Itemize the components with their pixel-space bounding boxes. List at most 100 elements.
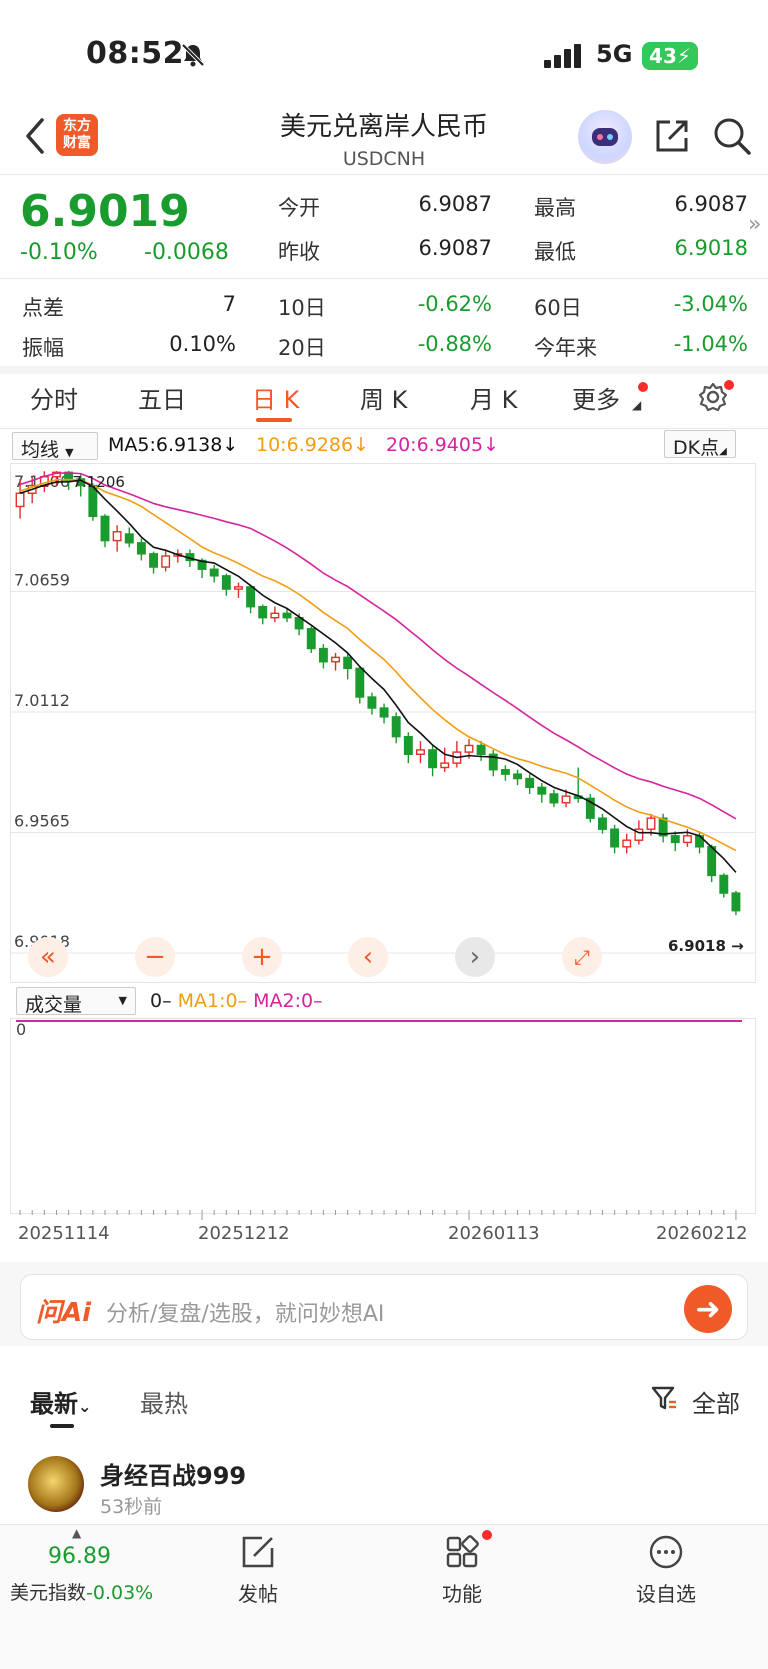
- add-watchlist-label[interactable]: 设自选: [606, 1578, 726, 1607]
- header-divider: [0, 174, 768, 175]
- zoom-out-icon[interactable]: −: [135, 937, 175, 977]
- candle-up: [682, 835, 692, 844]
- ma20-label: 20:6.9405↓: [386, 434, 499, 456]
- tab-divider: [0, 428, 768, 429]
- amplitude-label: 振幅: [22, 336, 64, 360]
- scroll-left-icon[interactable]: ‹: [348, 937, 388, 977]
- tab-monthly-k[interactable]: 月 K: [470, 380, 517, 415]
- d20-value: -0.88%: [417, 332, 492, 356]
- signal-icon: [544, 44, 581, 68]
- filter-icon[interactable]: [650, 1384, 678, 1412]
- candle-up: [416, 749, 425, 755]
- candle-down: [318, 647, 328, 663]
- d60-label: 60日: [534, 296, 582, 320]
- candle-down: [343, 656, 353, 670]
- scroll-start-icon[interactable]: «: [28, 937, 68, 977]
- tab-weekly-k[interactable]: 周 K: [360, 380, 407, 415]
- candle-down: [379, 707, 389, 718]
- y-tick-label: 7.0659: [14, 571, 70, 590]
- function-badge: [482, 1530, 492, 1540]
- tab-timeshare[interactable]: 分时: [30, 380, 78, 415]
- status-time: 08:52: [86, 36, 184, 71]
- candle-up: [15, 492, 25, 508]
- kline-chart[interactable]: 7.12067.06597.01126.95656.90187.12066.90…: [10, 463, 756, 983]
- ma5-label: MA5:6.9138↓: [108, 434, 239, 456]
- volume-chart[interactable]: [10, 1018, 756, 1214]
- candle-down: [124, 533, 134, 544]
- candle-down: [598, 817, 607, 830]
- edit-icon[interactable]: [240, 1534, 276, 1570]
- x-tick-label: 20251114: [18, 1223, 110, 1244]
- d10-value: -0.62%: [417, 292, 492, 316]
- ai-submit-button[interactable]: ➜: [684, 1285, 732, 1333]
- share-icon[interactable]: [652, 116, 692, 156]
- ytd-value: -1.04%: [673, 332, 748, 356]
- d10-label: 10日: [278, 296, 326, 320]
- search-icon[interactable]: [712, 116, 752, 156]
- tab-five-day[interactable]: 五日: [138, 380, 186, 415]
- indicator-selector[interactable]: 均线 ▼: [12, 432, 98, 461]
- index-value[interactable]: 96.89: [48, 1544, 111, 1569]
- candle-down: [513, 773, 522, 780]
- open-label: 今开: [278, 196, 320, 220]
- bell-muted-icon: [181, 43, 205, 67]
- fullscreen-icon[interactable]: ⤢: [562, 937, 602, 977]
- function-button-label[interactable]: 功能: [402, 1578, 522, 1607]
- tab-more[interactable]: 更多: [572, 380, 620, 415]
- volume-selector[interactable]: 成交量 ▼: [16, 987, 136, 1016]
- x-axis-ticks: [19, 1210, 737, 1220]
- dk-point-button[interactable]: DK点◢: [664, 430, 736, 459]
- zoom-in-icon[interactable]: +: [242, 937, 282, 977]
- more-dots-icon[interactable]: [648, 1534, 684, 1570]
- candle-down: [282, 612, 292, 619]
- max-price-label: 7.1206: [72, 473, 125, 491]
- candle-down: [355, 667, 365, 698]
- x-tick-label: 20251212: [198, 1223, 290, 1244]
- ai-placeholder[interactable]: 分析/复盘/选股，就问妙想AI: [106, 1296, 384, 1328]
- section-gap: [0, 366, 768, 374]
- candle-down: [476, 744, 486, 755]
- candle-down: [525, 777, 535, 789]
- scroll-right-icon[interactable]: ›: [455, 937, 495, 977]
- candle-down: [719, 874, 729, 894]
- tab-hot[interactable]: 最热: [140, 1384, 188, 1419]
- candle-up: [112, 531, 122, 542]
- candle-down: [246, 586, 256, 608]
- volume-label: 0– MA1:0– MA2:0–: [150, 990, 323, 1012]
- candle-down: [100, 515, 110, 542]
- candle-down: [500, 769, 510, 775]
- min-price-label: 6.9018 →: [668, 937, 744, 955]
- prev-close-label: 昨收: [278, 240, 320, 264]
- ma10-label: 10:6.9286↓: [256, 434, 369, 456]
- amplitude-value: 0.10%: [169, 332, 236, 356]
- x-tick-label: 20260113: [448, 1223, 540, 1244]
- high-value: 6.9087: [674, 192, 748, 216]
- avatar[interactable]: [28, 1456, 84, 1512]
- low-value: 6.9018: [674, 236, 748, 260]
- tab-daily-k[interactable]: 日 K: [252, 380, 299, 415]
- candle-down: [149, 553, 158, 568]
- index-label[interactable]: 美元指数-0.03%: [10, 1578, 170, 1605]
- ytd-label: 今年来: [534, 336, 597, 360]
- y-tick-label: 7.0112: [14, 691, 70, 710]
- function-grid-icon[interactable]: [444, 1534, 480, 1570]
- battery-icon: 43 ⚡: [642, 42, 698, 70]
- ai-robot-icon[interactable]: [578, 110, 632, 164]
- candle-down: [258, 606, 268, 619]
- more-caret-icon: ◢: [632, 398, 642, 412]
- candle-up: [270, 612, 280, 619]
- d20-label: 20日: [278, 336, 326, 360]
- tab-latest[interactable]: 最新⌄: [30, 1384, 91, 1419]
- expand-quote-icon[interactable]: »: [748, 212, 761, 237]
- filter-all[interactable]: 全部: [692, 1384, 740, 1419]
- volume-axis-label: 0: [16, 1020, 27, 1039]
- post-button-label[interactable]: 发帖: [198, 1578, 318, 1607]
- candle-up: [161, 555, 171, 568]
- candle-down: [428, 749, 438, 769]
- ai-logo: 问Ai: [36, 1298, 92, 1328]
- post-username[interactable]: 身经百战999: [100, 1456, 246, 1491]
- feed-tab-indicator: [50, 1424, 74, 1428]
- network-type: 5G: [596, 40, 633, 68]
- y-tick-label: 6.9565: [14, 812, 70, 831]
- low-label: 最低: [534, 240, 576, 264]
